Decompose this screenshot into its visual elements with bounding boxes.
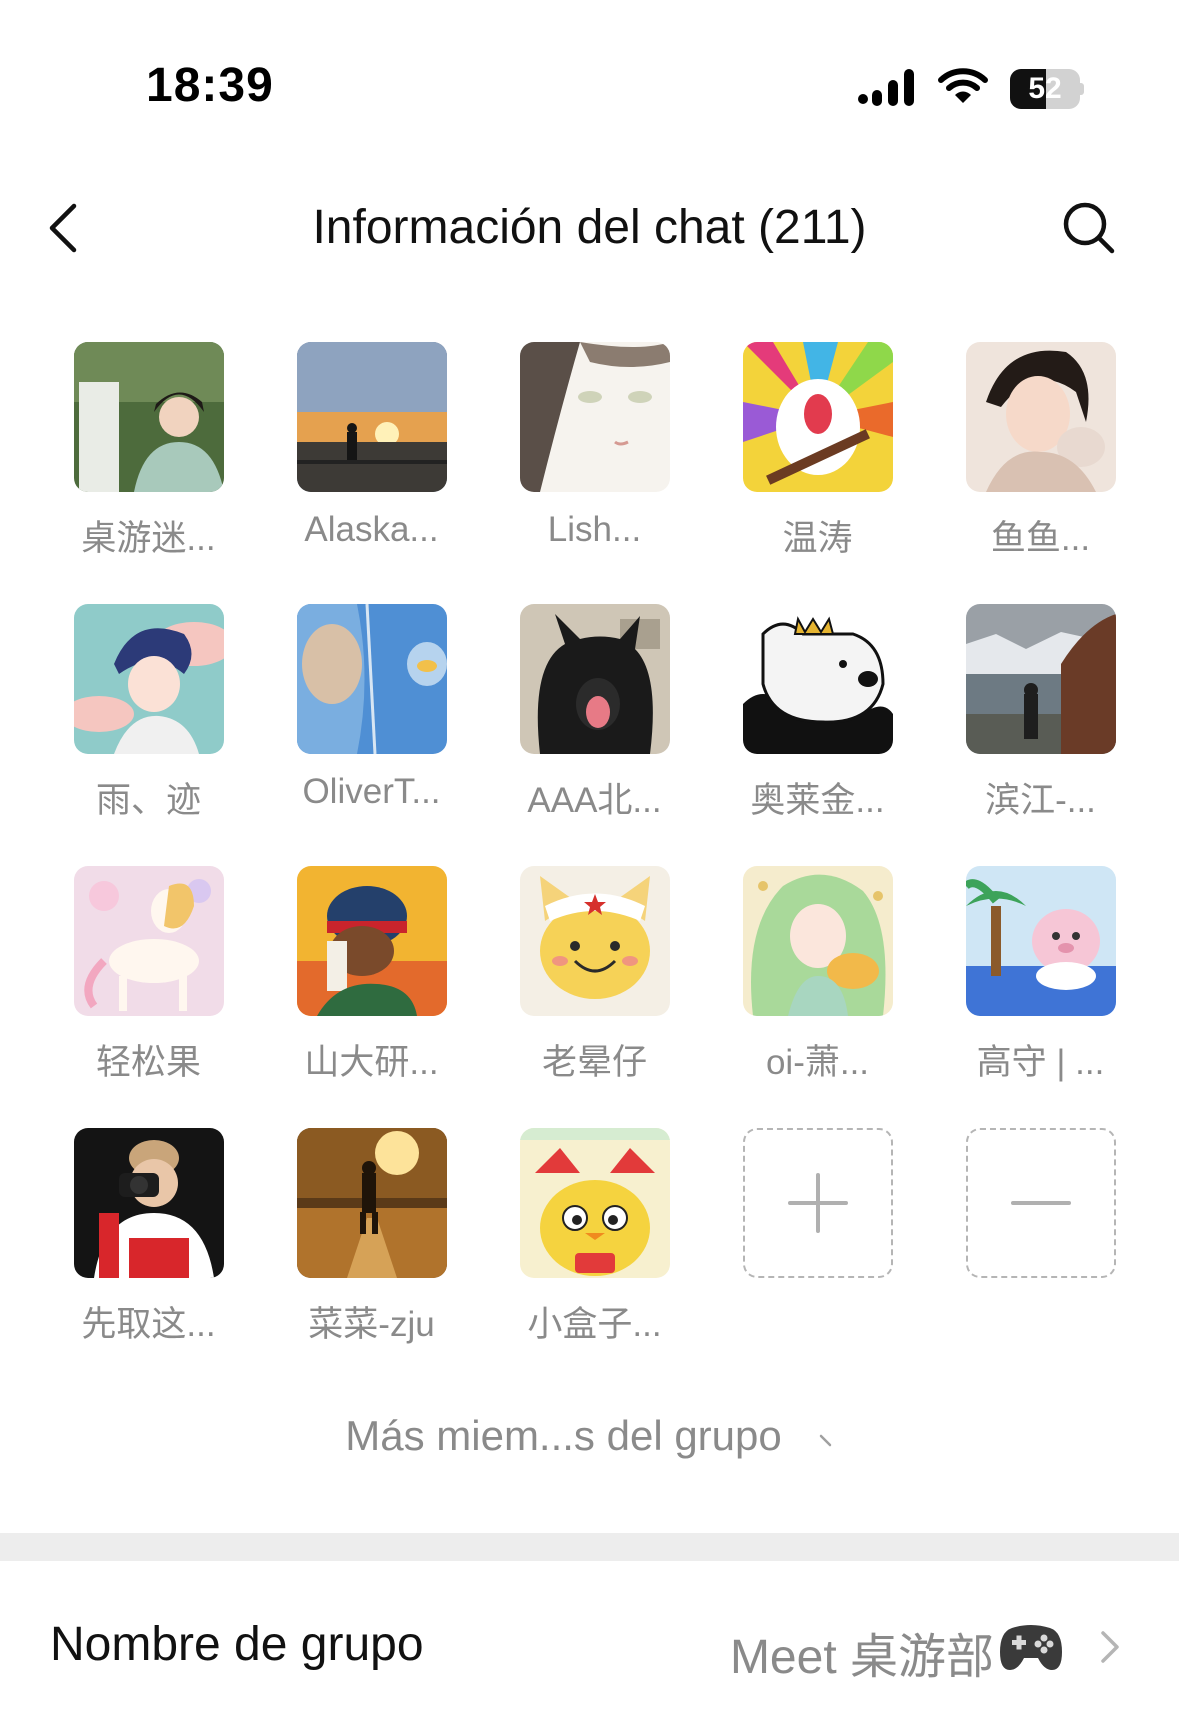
minus-icon bbox=[1010, 1201, 1071, 1205]
group-name-row[interactable]: Nombre de grupo Meet 桌游部 bbox=[0, 1561, 1179, 1723]
member-item[interactable]: 菜菜-zju bbox=[260, 1128, 483, 1390]
group-name-text: Meet 桌游部 bbox=[729, 1631, 994, 1684]
member-name: 先取这... bbox=[81, 1305, 216, 1344]
member-item[interactable]: oi-萧... bbox=[706, 866, 929, 1128]
member-name: 轻松果 bbox=[95, 1043, 201, 1082]
member-item[interactable]: 轻松果 bbox=[37, 866, 260, 1128]
more-members-label: Más miem...s del grupo bbox=[345, 1412, 782, 1459]
member-avatar bbox=[73, 604, 224, 754]
member-name: 温涛 bbox=[782, 519, 853, 558]
member-avatar bbox=[519, 1128, 670, 1278]
member-name: Alaska... bbox=[304, 510, 439, 549]
plus-icon bbox=[787, 1173, 848, 1233]
member-item[interactable]: 先取这... bbox=[37, 1128, 260, 1390]
section-divider bbox=[0, 1533, 1179, 1561]
member-name: 雨、迹 bbox=[95, 781, 201, 820]
member-name: AAA北... bbox=[527, 781, 662, 820]
member-avatar bbox=[965, 342, 1116, 492]
member-avatar bbox=[73, 1128, 224, 1278]
chevron-right-icon bbox=[818, 1415, 834, 1463]
member-name: Lish... bbox=[547, 510, 642, 549]
member-avatar bbox=[965, 866, 1116, 1016]
wifi-icon bbox=[938, 67, 988, 110]
add-member-button[interactable] bbox=[706, 1128, 929, 1390]
member-name: 滨江-... bbox=[985, 781, 1096, 820]
group-name-label: Nombre de grupo bbox=[50, 1618, 424, 1671]
member-item[interactable]: 小盒子... bbox=[483, 1128, 706, 1390]
member-name: 菜菜-zju bbox=[308, 1305, 435, 1344]
nav-bar: Información del chat (211) bbox=[0, 170, 1179, 290]
cellular-signal-icon bbox=[858, 66, 916, 111]
member-avatar bbox=[965, 604, 1116, 754]
member-avatar bbox=[742, 866, 893, 1016]
member-avatar bbox=[296, 342, 447, 492]
member-avatar bbox=[519, 866, 670, 1016]
member-avatar bbox=[742, 604, 893, 754]
member-name: 山大研... bbox=[304, 1043, 439, 1082]
member-item[interactable]: 山大研... bbox=[260, 866, 483, 1128]
member-avatar bbox=[742, 342, 893, 492]
remove-member-button[interactable] bbox=[929, 1128, 1152, 1390]
search-button[interactable] bbox=[1059, 198, 1119, 258]
member-item[interactable]: 滨江-... bbox=[929, 604, 1152, 866]
member-item[interactable]: Alaska... bbox=[260, 342, 483, 604]
status-time: 18:39 bbox=[146, 59, 274, 112]
member-name: oi-萧... bbox=[765, 1043, 870, 1082]
status-bar: 18:39 52 bbox=[0, 0, 1179, 150]
chevron-right-icon bbox=[1097, 1627, 1123, 1672]
page-title: Información del chat (211) bbox=[312, 201, 867, 254]
member-item[interactable]: 老晕仔 bbox=[483, 866, 706, 1128]
member-item[interactable]: 鱼鱼... bbox=[929, 342, 1152, 604]
member-avatar bbox=[296, 1128, 447, 1278]
member-item[interactable]: 雨、迹 bbox=[37, 604, 260, 866]
battery-level: 52 bbox=[1028, 71, 1062, 105]
more-members-link[interactable]: Más miem...s del grupo bbox=[0, 1412, 1179, 1463]
member-item[interactable]: 奥莱金... bbox=[706, 604, 929, 866]
member-item[interactable]: 桌游迷... bbox=[37, 342, 260, 604]
member-avatar bbox=[296, 866, 447, 1016]
member-item[interactable]: Lish... bbox=[483, 342, 706, 604]
member-name: 小盒子... bbox=[527, 1305, 662, 1344]
gamepad-icon bbox=[998, 1618, 1064, 1686]
status-icons: 52 bbox=[858, 66, 1084, 111]
member-name: 奥莱金... bbox=[750, 781, 885, 820]
group-name-value: Meet 桌游部 bbox=[730, 1617, 1064, 1687]
member-avatar bbox=[519, 604, 670, 754]
member-item[interactable]: OliverT... bbox=[260, 604, 483, 866]
member-name: 桌游迷... bbox=[81, 519, 216, 558]
member-grid: 桌游迷... Alaska... Lish... 温涛 鱼鱼... 雨、迹 Ol… bbox=[37, 342, 1152, 1390]
member-name: 老晕仔 bbox=[541, 1043, 647, 1082]
member-avatar bbox=[519, 342, 670, 492]
member-avatar bbox=[73, 866, 224, 1016]
member-item[interactable]: 温涛 bbox=[706, 342, 929, 604]
search-icon bbox=[1063, 202, 1115, 254]
member-avatar bbox=[296, 604, 447, 754]
battery-indicator: 52 bbox=[1010, 68, 1084, 109]
member-avatar bbox=[73, 342, 224, 492]
member-name: 高守 | ... bbox=[976, 1043, 1105, 1082]
member-name: OliverT... bbox=[302, 772, 441, 811]
member-item[interactable]: AAA北... bbox=[483, 604, 706, 866]
member-name: 鱼鱼... bbox=[990, 519, 1091, 558]
member-item[interactable]: 高守 | ... bbox=[929, 866, 1152, 1128]
